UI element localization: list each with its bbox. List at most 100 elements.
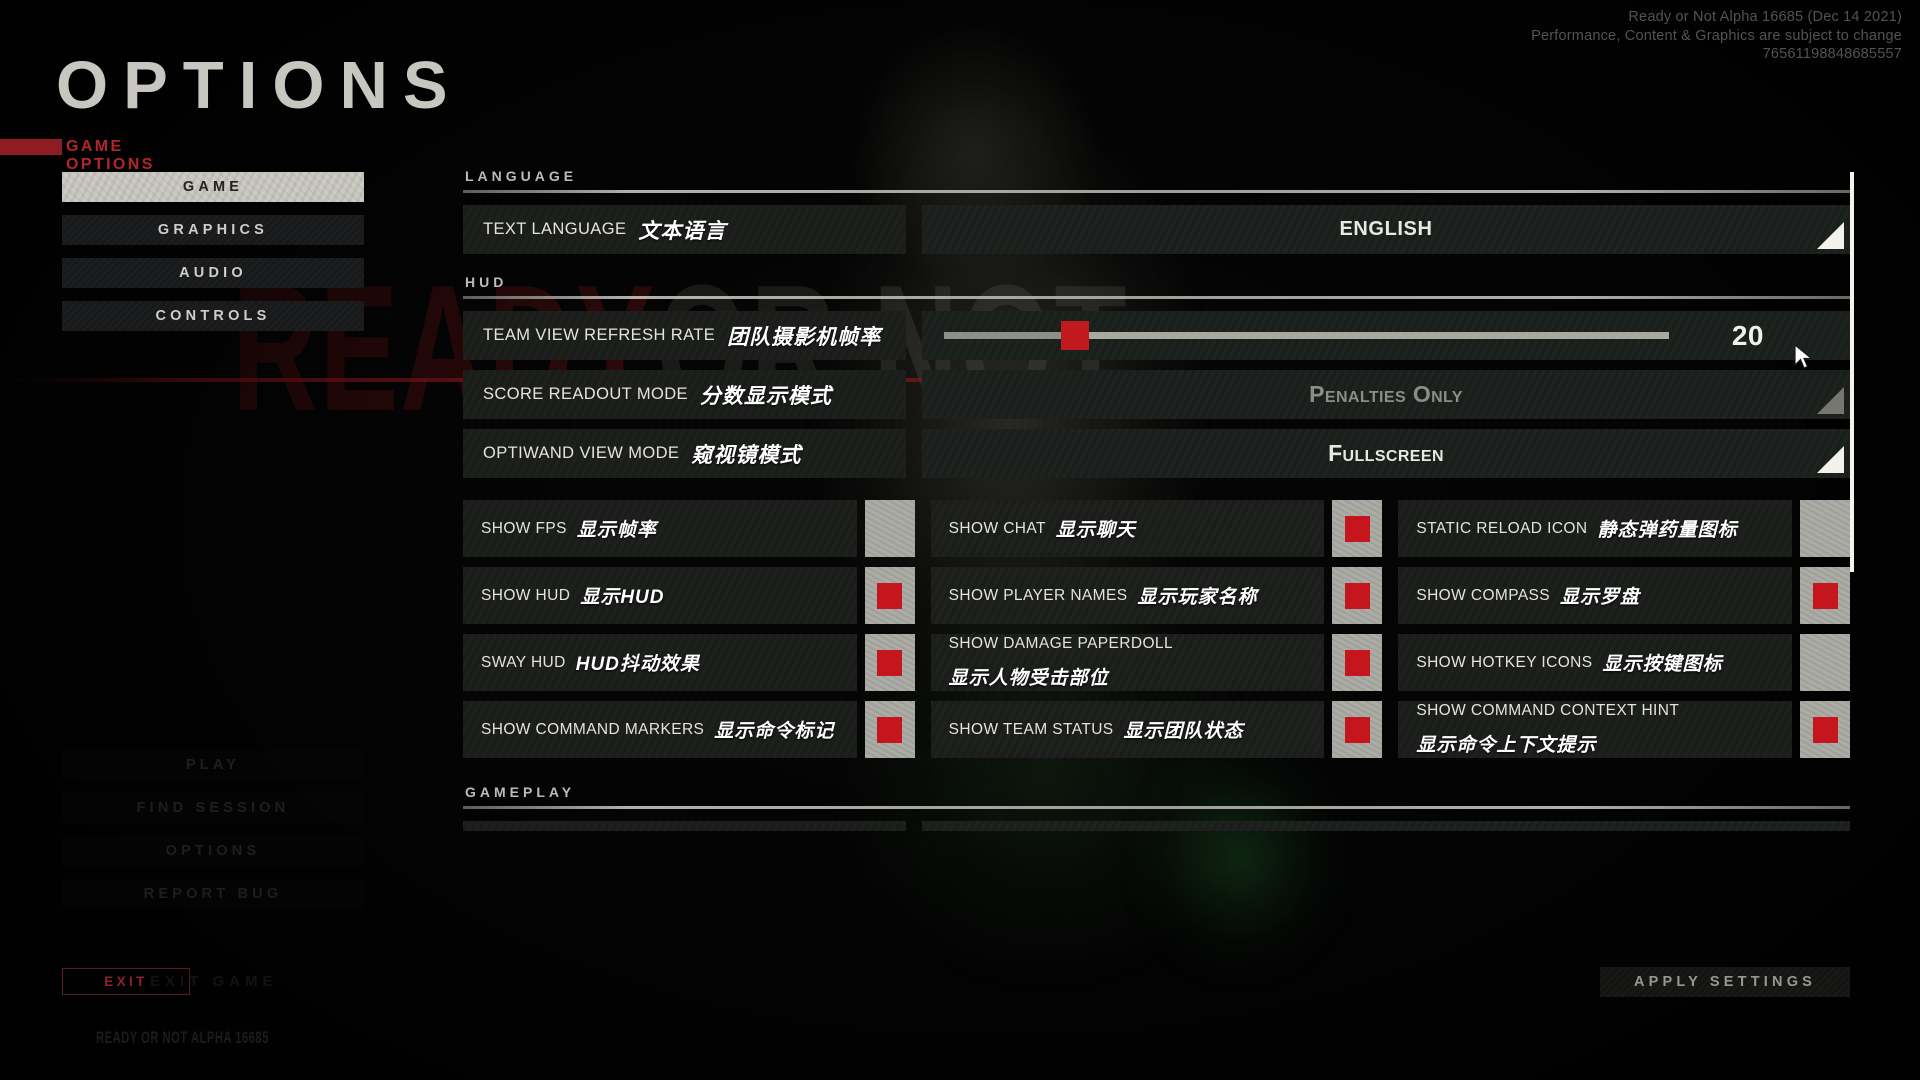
section-gameplay: GAMEPLAY — [463, 784, 1850, 809]
checkbox-mark — [1812, 716, 1838, 743]
checkbox-show-hud[interactable] — [864, 567, 915, 624]
toggle-column-3: STATIC RELOAD ICON 静态弹药量图标 SHOW COMPASS … — [1398, 500, 1851, 758]
checkbox-show-damage-paperdoll[interactable] — [1332, 634, 1383, 691]
label-cn: 静态弹药量图标 — [1597, 520, 1738, 541]
setting-label-optiwand-view-mode: OPTIWAND VIEW MODE 窥视镜模式 — [463, 429, 906, 478]
label-en: TEXT LANGUAGE — [483, 220, 627, 238]
label-cn: 团队摄影机帧率 — [727, 325, 882, 349]
label-cn: 显示命令上下文提示 — [1416, 735, 1597, 756]
tab-graphics[interactable]: GRAPHICS — [62, 215, 364, 245]
toggle-show-command-context-hint[interactable]: SHOW COMMAND CONTEXT HINT 显示命令上下文提示 — [1398, 701, 1851, 758]
page-subtitle: GAME OPTIONS — [66, 138, 155, 173]
setting-row-clipped — [463, 821, 1850, 831]
settings-panel: LANGUAGE TEXT LANGUAGE 文本语言 ENGLISH HUD … — [463, 166, 1851, 841]
version-disclaimer: Performance, Content & Graphics are subj… — [1531, 27, 1902, 44]
toggle-show-command-markers[interactable]: SHOW COMMAND MARKERS 显示命令标记 — [463, 701, 915, 758]
version-build: Ready or Not Alpha 16685 (Dec 14 2021) — [1628, 9, 1902, 25]
apply-settings-button[interactable]: APPLY SETTINGS — [1600, 967, 1850, 997]
section-title-gameplay: GAMEPLAY — [465, 784, 576, 800]
checkbox-show-fps[interactable] — [864, 500, 915, 557]
setting-row-optiwand-view-mode: OPTIWAND VIEW MODE 窥视镜模式 Fullscreen — [463, 429, 1850, 478]
toggle-label: SHOW HOTKEY ICONS 显示按键图标 — [1398, 634, 1792, 691]
toggle-show-damage-paperdoll[interactable]: SHOW DAMAGE PAPERDOLL 显示人物受击部位 — [931, 634, 1383, 691]
dropdown-value: Fullscreen — [1328, 440, 1444, 466]
menu-item-report-bug[interactable]: REPORT BUG — [62, 879, 364, 909]
menu-item-find-session[interactable]: FIND SESSION — [62, 793, 364, 823]
label-en: SHOW COMMAND CONTEXT HINT — [1416, 702, 1680, 719]
tab-audio[interactable]: AUDIO — [62, 258, 364, 288]
version-steam-id: 76561198848685557 — [1762, 46, 1902, 62]
chevron-down-icon[interactable] — [1817, 387, 1844, 414]
menu-item-options[interactable]: OPTIONS — [62, 836, 364, 866]
mouse-cursor-icon — [1793, 343, 1815, 370]
version-info: Ready or Not Alpha 16685 (Dec 14 2021) P… — [1531, 8, 1902, 64]
tab-game[interactable]: GAME — [62, 172, 364, 202]
label-en: SCORE READOUT MODE — [483, 385, 688, 403]
label-cn: 分数显示模式 — [699, 384, 832, 408]
checkbox-sway-hud[interactable] — [864, 634, 915, 691]
label-en: SWAY HUD — [481, 653, 566, 671]
slider-handle[interactable] — [1060, 321, 1089, 350]
build-stamp: READY OR NOT ALPHA 16685 — [96, 1028, 269, 1047]
section-title-hud: HUD — [465, 274, 508, 290]
checkbox-static-reload-icon[interactable] — [1800, 500, 1851, 557]
toggle-label: SHOW HUD 显示HUD — [463, 567, 857, 624]
chevron-down-icon[interactable] — [1817, 222, 1844, 249]
toggle-sway-hud[interactable]: SWAY HUD HUD抖动效果 — [463, 634, 915, 691]
dropdown-text-language[interactable]: ENGLISH — [922, 205, 1850, 254]
label-cn: 显示HUD — [580, 587, 665, 608]
checkbox-show-player-names[interactable] — [1332, 567, 1383, 624]
clipped-control — [922, 821, 1850, 831]
dropdown-optiwand-view-mode[interactable]: Fullscreen — [922, 429, 1850, 478]
label-cn: 显示按键图标 — [1602, 654, 1723, 675]
toggle-show-hud[interactable]: SHOW HUD 显示HUD — [463, 567, 915, 624]
checkbox-mark — [877, 516, 902, 542]
toggle-show-player-names[interactable]: SHOW PLAYER NAMES 显示玩家名称 — [931, 567, 1383, 624]
label-cn: 窥视镜模式 — [691, 443, 802, 467]
section-rule-gameplay — [463, 806, 1850, 809]
setting-label-text-language: TEXT LANGUAGE 文本语言 — [463, 205, 906, 254]
toggle-show-compass[interactable]: SHOW COMPASS 显示罗盘 — [1398, 567, 1851, 624]
dropdown-value: ENGLISH — [1339, 218, 1433, 240]
toggle-label: SHOW PLAYER NAMES 显示玩家名称 — [931, 567, 1325, 624]
label-en: SHOW COMPASS — [1416, 586, 1551, 604]
dropdown-value: Penalties Only — [1309, 381, 1463, 407]
label-cn: 显示人物受击部位 — [948, 668, 1109, 689]
checkbox-mark — [877, 582, 903, 609]
checkbox-show-compass[interactable] — [1800, 567, 1851, 624]
label-en: OPTIWAND VIEW MODE — [483, 444, 680, 462]
chevron-down-icon[interactable] — [1817, 446, 1844, 473]
slider-fill — [944, 332, 1075, 339]
slider-track[interactable] — [944, 321, 1669, 350]
toggle-column-1: SHOW FPS 显示帧率 SHOW HUD 显示HUD SWAY HUD HU… — [463, 500, 915, 758]
menu-item-play[interactable]: PLAY — [62, 750, 364, 780]
checkbox-show-command-context-hint[interactable] — [1800, 701, 1851, 758]
checkbox-show-chat[interactable] — [1332, 500, 1383, 557]
toggle-label: SWAY HUD HUD抖动效果 — [463, 634, 857, 691]
toggle-show-fps[interactable]: SHOW FPS 显示帧率 — [463, 500, 915, 557]
slider-team-view-refresh-rate[interactable]: 20 — [922, 311, 1850, 360]
toggle-column-2: SHOW CHAT 显示聊天 SHOW PLAYER NAMES 显示玩家名称 … — [931, 500, 1383, 758]
toggle-static-reload-icon[interactable]: STATIC RELOAD ICON 静态弹药量图标 — [1398, 500, 1851, 557]
dropdown-score-readout-mode[interactable]: Penalties Only — [922, 370, 1850, 419]
toggle-show-chat[interactable]: SHOW CHAT 显示聊天 — [931, 500, 1383, 557]
checkbox-mark — [1344, 515, 1370, 542]
tab-controls[interactable]: CONTROLS — [62, 301, 364, 331]
label-en: TEAM VIEW REFRESH RATE — [483, 326, 716, 344]
setting-label-team-view-refresh-rate: TEAM VIEW REFRESH RATE 团队摄影机帧率 — [463, 311, 906, 360]
toggle-label: SHOW TEAM STATUS 显示团队状态 — [931, 701, 1325, 758]
checkbox-show-command-markers[interactable] — [864, 701, 915, 758]
checkbox-mark — [1812, 582, 1838, 609]
checkbox-show-hotkey-icons[interactable] — [1800, 634, 1851, 691]
vertical-scrollbar[interactable] — [1850, 172, 1854, 572]
checkbox-show-team-status[interactable] — [1332, 701, 1383, 758]
label-en: SHOW HUD — [481, 586, 571, 604]
checkbox-mark — [877, 649, 903, 676]
section-title-language: LANGUAGE — [465, 168, 578, 184]
toggle-show-team-status[interactable]: SHOW TEAM STATUS 显示团队状态 — [931, 701, 1383, 758]
toggle-label: SHOW FPS 显示帧率 — [463, 500, 857, 557]
label-cn: 显示玩家名称 — [1137, 587, 1258, 608]
label-en: SHOW TEAM STATUS — [948, 720, 1114, 738]
clipped-label — [463, 821, 906, 831]
toggle-show-hotkey-icons[interactable]: SHOW HOTKEY ICONS 显示按键图标 — [1398, 634, 1851, 691]
